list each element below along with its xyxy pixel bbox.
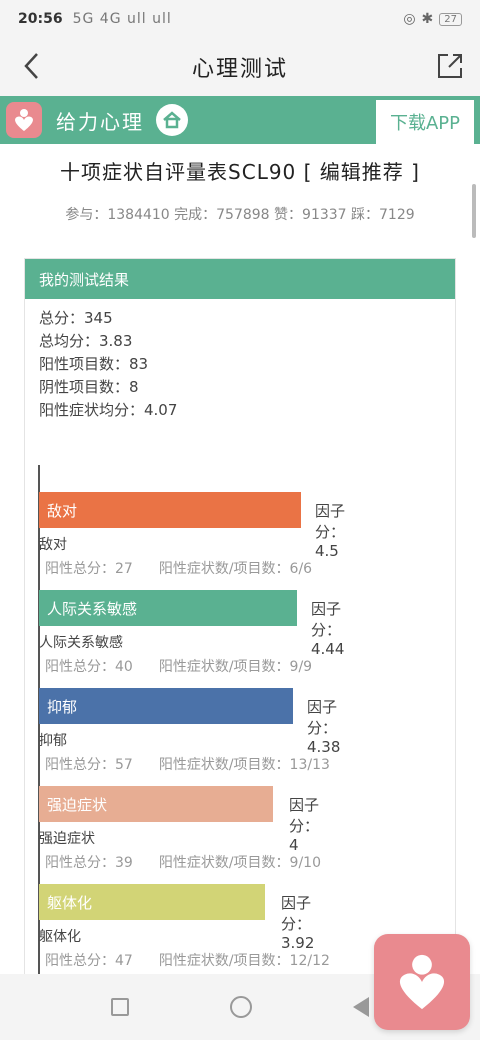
bluetooth-icon: ✱: [421, 11, 434, 27]
factor-bar-label: 躯体化: [47, 893, 93, 912]
factor-bar-label: 人际关系敏感: [47, 599, 138, 618]
test-stats: 参与：1384410 完成：757898 赞：91337 踩：7129: [65, 207, 415, 223]
chevron-left-icon: [24, 53, 38, 79]
factor-ratio: 阳性症状数/项目数：13/13: [158, 757, 330, 773]
factor-bar: 人际关系敏感: [39, 590, 297, 626]
app-banner: 给力心理 下载APP: [0, 96, 480, 144]
factor-bar: 躯体化: [39, 884, 265, 920]
factor-item: 人际关系敏感 因子分：4.44 人际关系敏感 阳性总分：40 阳性症状数/项目数：…: [39, 590, 344, 675]
factor-item: 敌对 因子分：4.5 敌对 阳性总分：27 阳性症状数/项目数：6/6: [39, 492, 345, 577]
heart-person-icon: [15, 109, 33, 131]
factor-total: 阳性总分：27: [45, 561, 133, 577]
factor-ratio: 阳性症状数/项目数：12/12: [158, 953, 330, 969]
factor-name: 人际关系敏感: [39, 635, 123, 651]
alarm-icon: ◎: [403, 11, 416, 27]
main-content: 十项症状自评量表SCL90 [ 编辑推荐 ] 参与：1384410 完成：757…: [0, 144, 480, 974]
factor-score: 因子分：4.5: [315, 500, 345, 560]
factor-bar: 抑郁: [39, 688, 293, 724]
result-header: 我的测试结果: [25, 259, 455, 299]
total-score: 总分：345: [39, 309, 113, 327]
factor-score: 因子分：4: [289, 794, 319, 854]
negative-item-count: 阴性项目数：8: [39, 378, 139, 396]
factor-bar: 强迫症状: [39, 786, 273, 822]
factor-score-label: 因子分：: [307, 698, 338, 737]
factor-score: 因子分：3.92: [281, 892, 314, 952]
factor-score-value: 4.44: [311, 640, 345, 658]
back-button[interactable]: [14, 48, 50, 84]
factor-bar-label: 强迫症状: [47, 795, 108, 814]
scrollbar[interactable]: [472, 184, 476, 238]
status-time: 20:56: [18, 11, 63, 27]
factor-bar-label: 敌对: [47, 501, 78, 520]
floating-logo-button[interactable]: [374, 934, 470, 1030]
result-summary: 总分：345 总均分：3.83 阳性项目数：83 阴性项目数：8 阳性症状均分：…: [25, 299, 455, 430]
factor-score-value: 4.5: [315, 542, 339, 560]
factor-detail: 阳性总分：47 阳性症状数/项目数：12/12: [45, 950, 330, 970]
positive-item-count: 阳性项目数：83: [39, 355, 149, 373]
factor-bar: 敌对: [39, 492, 301, 528]
signal-icon: 5G 4G ull ull: [72, 11, 172, 27]
brand-name: 给力心理: [56, 109, 144, 134]
page-title: 心理测试: [191, 57, 288, 82]
factor-score: 因子分：4.38: [307, 696, 340, 756]
test-title: 十项症状自评量表SCL90 [ 编辑推荐 ]: [60, 160, 420, 184]
factor-detail: 阳性总分：40 阳性症状数/项目数：9/9: [45, 656, 312, 676]
factor-ratio: 阳性症状数/项目数：6/6: [158, 561, 313, 577]
factor-item: 抑郁 因子分：4.38 抑郁 阳性总分：57 阳性症状数/项目数：13/13: [39, 688, 340, 773]
heart-person-icon: [399, 954, 445, 1010]
app-bar: 心理测试: [0, 38, 480, 96]
factor-total: 阳性总分：47: [45, 953, 133, 969]
factor-score-label: 因子分：: [315, 502, 346, 541]
status-right: ◎ ✱ 27: [403, 11, 462, 27]
factor-bar-label: 抑郁: [47, 697, 78, 716]
factor-detail: 阳性总分：57 阳性症状数/项目数：13/13: [45, 754, 330, 774]
factor-name: 抑郁: [39, 733, 67, 749]
result-card: 我的测试结果 总分：345 总均分：3.83 阳性项目数：83 阴性项目数：8 …: [24, 258, 456, 974]
factor-total: 阳性总分：57: [45, 757, 133, 773]
recent-apps-button[interactable]: [110, 998, 129, 1016]
home-button[interactable]: [229, 996, 252, 1018]
factor-detail: 阳性总分：27 阳性症状数/项目数：6/6: [45, 558, 312, 578]
factor-ratio: 阳性症状数/项目数：9/10: [158, 855, 321, 871]
factor-item: 躯体化 因子分：3.92 躯体化 阳性总分：47 阳性症状数/项目数：12/12: [39, 884, 330, 969]
factor-name: 躯体化: [39, 929, 81, 945]
status-bar: 20:56 5G 4G ull ull ◎ ✱ 27: [0, 0, 480, 38]
factor-ratio: 阳性症状数/项目数：9/9: [158, 659, 313, 675]
factor-total: 阳性总分：40: [45, 659, 133, 675]
home-icon: [163, 111, 181, 129]
factor-name: 敌对: [39, 537, 67, 553]
share-external-icon: [438, 54, 462, 78]
battery-indicator: 27: [439, 12, 462, 26]
factor-score-label: 因子分：: [281, 894, 312, 933]
factor-name: 强迫症状: [39, 831, 95, 847]
system-back-button[interactable]: [353, 997, 370, 1017]
share-button[interactable]: [432, 48, 468, 84]
factor-item: 强迫症状 因子分：4 强迫症状 阳性总分：39 阳性症状数/项目数：9/10: [39, 786, 321, 871]
positive-symptom-average: 阳性症状均分：4.07: [39, 401, 178, 419]
factor-detail: 阳性总分：39 阳性症状数/项目数：9/10: [45, 852, 321, 872]
home-badge: [156, 104, 188, 136]
factor-score: 因子分：4.44: [311, 598, 344, 658]
factor-score-label: 因子分：: [311, 600, 342, 639]
factor-score-label: 因子分：: [289, 796, 320, 835]
factor-total: 阳性总分：39: [45, 855, 133, 871]
brand-logo: [6, 102, 42, 138]
average-score: 总均分：3.83: [39, 332, 133, 350]
download-app-button[interactable]: 下载APP: [376, 100, 474, 144]
